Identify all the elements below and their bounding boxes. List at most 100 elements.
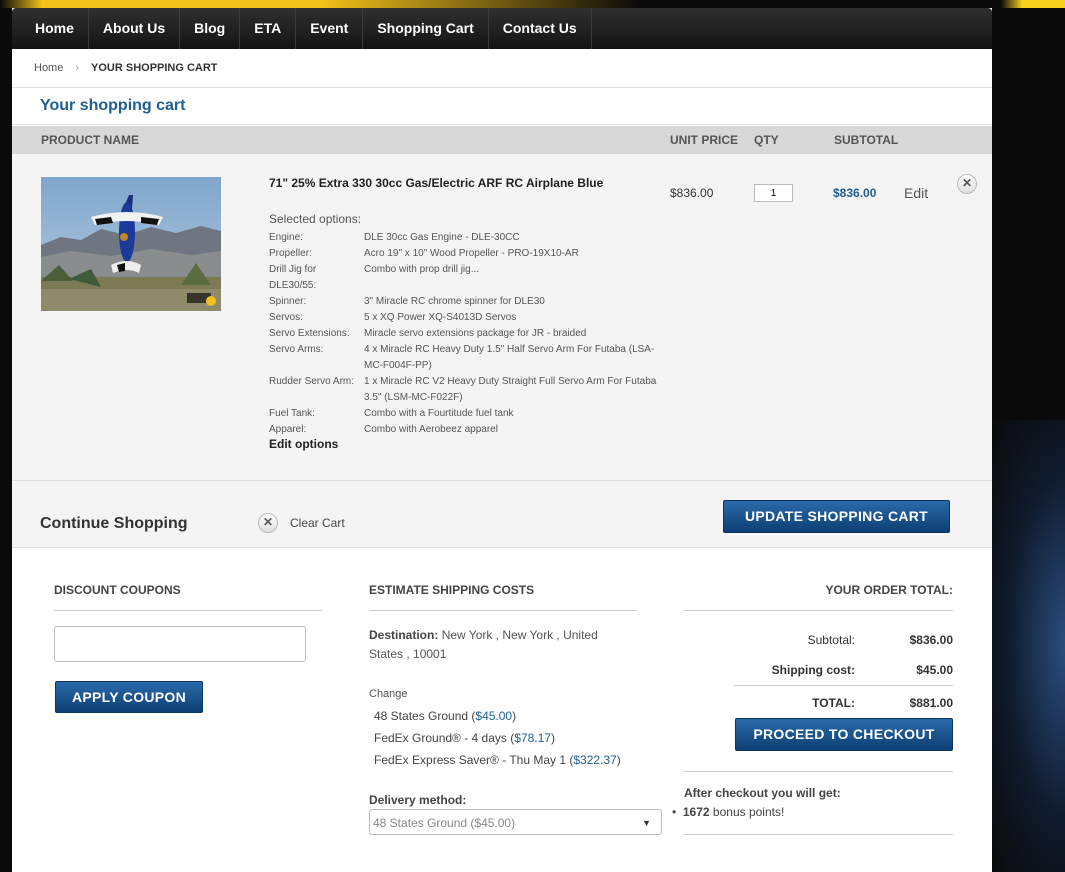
header-unit-price: UNIT PRICE — [670, 133, 739, 147]
edit-options-link[interactable]: Edit options — [269, 437, 338, 451]
cart-actions-bar: Continue Shopping ✕ Clear Cart UPDATE SH… — [12, 481, 992, 548]
product-image[interactable] — [41, 177, 221, 311]
shipping-option[interactable]: FedEx Express Saver® - Thu May 1 ($322.3… — [374, 753, 621, 767]
after-checkout-label: After checkout you will get: — [684, 786, 841, 800]
estimate-shipping-title: ESTIMATE SHIPPING COSTS — [369, 583, 535, 597]
header-subtotal: SUBTOTAL — [834, 133, 899, 147]
background-blue-glow — [991, 420, 1065, 872]
apply-coupon-button[interactable]: APPLY COUPON — [55, 681, 203, 713]
shipping-cost-label: Shipping cost: — [771, 663, 855, 677]
qty-input[interactable] — [754, 184, 793, 202]
subtotal-value: $836.00 — [909, 633, 953, 647]
shipping-option-label: 48 States Ground ( — [374, 709, 476, 723]
option-key: Servo Extensions: — [269, 328, 350, 339]
total-value: $881.00 — [909, 696, 953, 710]
product-name-link[interactable]: 71" 25% Extra 330 30cc Gas/Electric ARF … — [269, 176, 603, 190]
subtotal-label: Subtotal: — [807, 633, 855, 647]
option-row: Servos: 5 x XQ Power XQ-S4013D Servos — [269, 310, 669, 326]
shipping-option-label: FedEx Express Saver® - Thu May 1 ( — [374, 753, 574, 767]
order-total-title: YOUR ORDER TOTAL: — [825, 583, 953, 597]
option-value: Miracle servo extensions package for JR … — [364, 328, 587, 339]
continue-shopping-link[interactable]: Continue Shopping — [40, 515, 188, 533]
option-key: Propeller: — [269, 248, 312, 259]
divider — [684, 771, 953, 772]
bonus-points-item: • 1672 bonus points! — [672, 805, 784, 819]
option-value: Combo with Aerobeez apparel — [364, 424, 498, 435]
delivery-method-select[interactable]: 48 States Ground ($45.00) ▼ — [369, 809, 662, 835]
page-title: Your shopping cart — [12, 88, 992, 125]
cart-item-row: 71" 25% Extra 330 30cc Gas/Electric ARF … — [12, 154, 992, 481]
edit-item-link[interactable]: Edit — [904, 185, 928, 201]
nav-shopping-cart[interactable]: Shopping Cart — [363, 8, 489, 49]
cart-table-header: PRODUCT NAME UNIT PRICE QTY SUBTOTAL — [12, 126, 992, 154]
nav-about-us[interactable]: About Us — [89, 8, 181, 49]
chevron-down-icon: ▼ — [642, 818, 651, 828]
product-options-list: Engine: DLE 30cc Gas Engine - DLE-30CC Pr… — [269, 230, 669, 438]
clear-cart-link[interactable]: Clear Cart — [290, 516, 345, 530]
remove-item-icon[interactable]: ✕ — [957, 174, 977, 194]
update-cart-button[interactable]: UPDATE SHOPPING CART — [723, 500, 950, 533]
option-value: 4 x Miracle RC Heavy Duty 1.5" Half Serv… — [364, 344, 655, 371]
item-subtotal: $836.00 — [833, 186, 877, 200]
option-key: Spinner: — [269, 296, 307, 307]
option-value: Combo with a Fourtitude fuel tank — [364, 408, 514, 419]
option-row: Spinner: 3" Miracle RC chrome spinner for… — [269, 294, 669, 310]
cart-summary-section: DISCOUNT COUPONS APPLY COUPON ESTIMATE S… — [12, 548, 992, 872]
option-value: 5 x XQ Power XQ-S4013D Servos — [364, 312, 517, 323]
nav-contact-us[interactable]: Contact Us — [489, 8, 592, 49]
selected-options-label: Selected options: — [269, 212, 362, 226]
divider — [734, 685, 953, 686]
unit-price: $836.00 — [670, 186, 714, 200]
destination-label: Destination: — [369, 628, 439, 642]
option-value: 1 x Miracle RC V2 Heavy Duty Straight Fu… — [364, 376, 657, 403]
divider — [54, 610, 322, 611]
option-row: Servo Arms: 4 x Miracle RC Heavy Duty 1.5… — [269, 342, 669, 374]
option-key: Rudder Servo Arm: — [269, 376, 355, 387]
nav-home[interactable]: Home — [12, 8, 89, 49]
proceed-to-checkout-button[interactable]: PROCEED TO CHECKOUT — [735, 718, 953, 751]
nav-event[interactable]: Event — [296, 8, 364, 49]
shipping-option-price: $45.00 — [475, 709, 513, 723]
option-row: Rudder Servo Arm: 1 x Miracle RC V2 Heavy… — [269, 374, 669, 406]
option-key: Fuel Tank: — [269, 408, 315, 419]
shipping-option-close: ) — [550, 731, 555, 745]
background-yellow-band — [0, 0, 1065, 8]
option-row: Apparel: Combo with Aerobeez apparel — [269, 422, 669, 438]
shipping-option[interactable]: 48 States Ground ($45.00) — [374, 709, 516, 723]
breadcrumb-home-link[interactable]: Home — [34, 62, 63, 74]
option-value: 3" Miracle RC chrome spinner for DLE30 — [364, 296, 545, 307]
shipping-option-label: FedEx Ground® - 4 days ( — [374, 731, 515, 745]
option-row: Fuel Tank: Combo with a Fourtitude fuel t… — [269, 406, 669, 422]
shipping-option-price: $78.17 — [514, 731, 551, 745]
option-row: Drill Jig for DLE30/55: Combo with prop d… — [269, 262, 669, 294]
shipping-option-price: $322.37 — [573, 753, 617, 767]
option-value: Combo with prop drill jig... — [364, 264, 480, 275]
change-destination-link[interactable]: Change — [369, 688, 408, 700]
header-product-name: PRODUCT NAME — [41, 133, 139, 147]
option-key: Servos: — [269, 312, 303, 323]
coupon-code-input[interactable] — [54, 626, 306, 662]
option-row: Propeller: Acro 19" x 10" Wood Propeller … — [269, 246, 669, 262]
delivery-method-value: 48 States Ground ($45.00) — [373, 816, 516, 830]
divider — [369, 610, 637, 611]
nav-blog[interactable]: Blog — [180, 8, 241, 49]
shipping-option-close: ) — [512, 709, 517, 723]
option-key: Apparel: — [269, 424, 307, 435]
shipping-option[interactable]: FedEx Ground® - 4 days ($78.17) — [374, 731, 555, 745]
option-key: Drill Jig for DLE30/55: — [269, 264, 317, 291]
option-row: Servo Extensions: Miracle servo extension… — [269, 326, 669, 342]
nav-eta[interactable]: ETA — [240, 8, 297, 49]
bonus-points-text: bonus points! — [712, 805, 785, 819]
option-row: Engine: DLE 30cc Gas Engine - DLE-30CC — [269, 230, 669, 246]
delivery-method-label: Delivery method: — [369, 793, 467, 807]
bonus-points-value: 1672 — [682, 805, 710, 819]
clear-cart-icon[interactable]: ✕ — [258, 513, 278, 533]
divider — [684, 610, 953, 611]
option-key: Servo Arms: — [269, 344, 324, 355]
main-nav: Home About Us Blog ETA Event Shopping Ca… — [12, 8, 992, 49]
bullet-icon: • — [672, 805, 677, 819]
page-container: Home About Us Blog ETA Event Shopping Ca… — [12, 8, 992, 872]
breadcrumb-separator-icon: › — [75, 62, 80, 74]
total-label: TOTAL: — [812, 696, 855, 710]
destination-text: Destination: New York , New York , Unite… — [369, 626, 619, 664]
